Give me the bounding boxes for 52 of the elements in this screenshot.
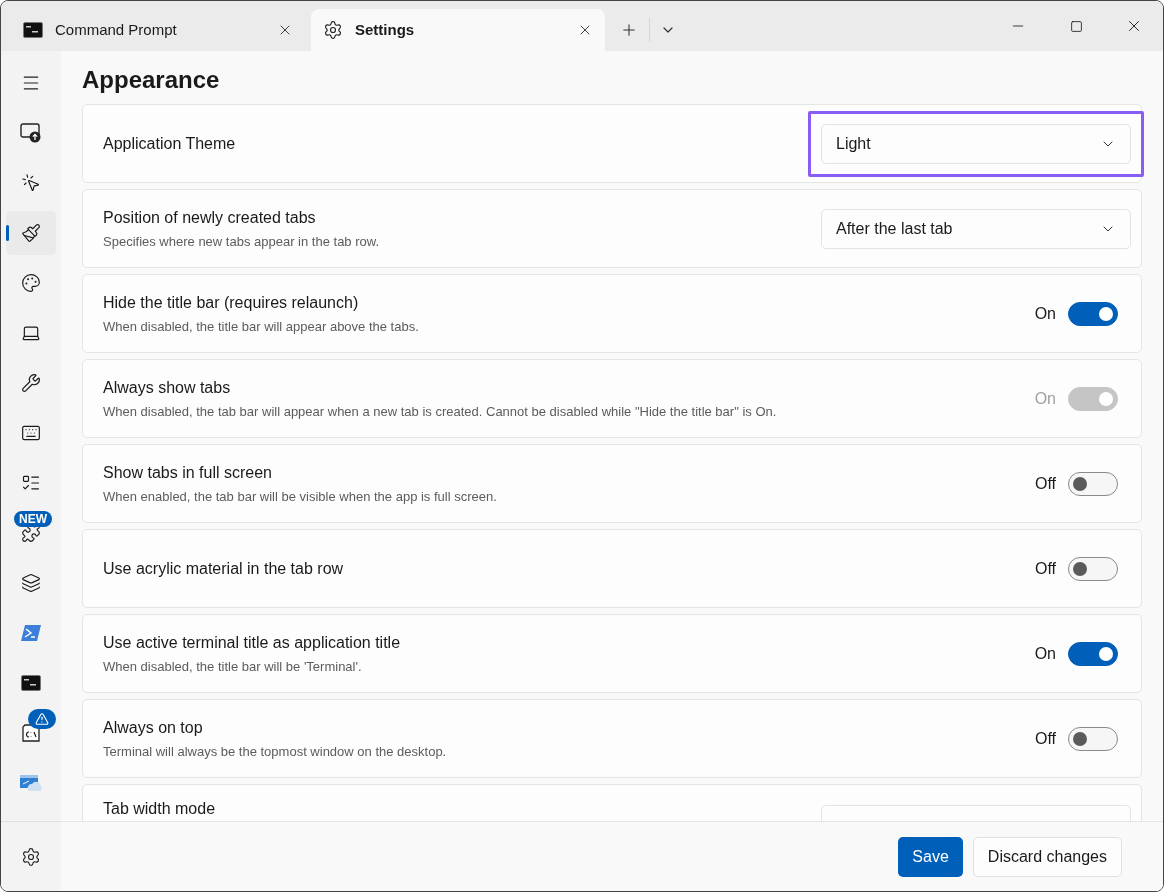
setting-label: Position of newly created tabs: [103, 207, 317, 228]
terminal-icon: [21, 675, 41, 691]
setting-description: When disabled, the title bar will appear above the tabs.: [103, 317, 420, 336]
dropdown[interactable]: After the last tab: [821, 208, 1131, 249]
cloud-window-icon: [20, 774, 42, 792]
monitor-upload-icon: [20, 123, 42, 143]
setting-description: When enabled, the tab bar will be visible when the app is full screen.: [103, 487, 498, 506]
nav-item[interactable]: [6, 211, 56, 255]
maximize-icon[interactable]: [1069, 19, 1083, 33]
powershell-icon: [21, 625, 41, 641]
setting-label: Use active terminal title as application title: [103, 632, 402, 653]
toggle-state-label: Off: [1034, 473, 1056, 494]
new-badge: NEW: [14, 511, 52, 527]
drive-prompt-icon: [21, 723, 41, 743]
settings-icon[interactable]: [21, 846, 41, 867]
setting-label: Hide the title bar (requires relaunch): [103, 292, 360, 313]
wrench-icon: [21, 373, 41, 393]
tab[interactable]: Settings: [311, 9, 605, 51]
setting-description: When disabled, the tab bar will appear when a new tab is created. Cannot be disabled while "Hide the title bar" is On.: [103, 402, 778, 421]
settings-icon: [323, 20, 343, 40]
setting-description: Specifies where new tabs appear in the tab row.: [103, 232, 381, 251]
toggle-state-label: Off: [1034, 728, 1056, 749]
setting-description: Terminal will always be the topmost window on the desktop.: [103, 742, 448, 761]
setting-description: When disabled, the title bar will be 'Terminal'.: [103, 657, 363, 676]
setting-label: Show tabs in full screen: [103, 462, 273, 483]
dropdown[interactable]: Light: [821, 123, 1131, 164]
setting-label: Always show tabs: [103, 377, 232, 398]
toggle-switch[interactable]: [1068, 471, 1118, 496]
toggle-switch[interactable]: [1068, 556, 1118, 581]
toggle-switch[interactable]: [1068, 726, 1118, 751]
nav-item[interactable]: NEW: [6, 511, 56, 555]
toggle-switch[interactable]: [1068, 641, 1118, 666]
new-tab-icon[interactable]: [620, 21, 638, 39]
palette-icon: [21, 273, 41, 293]
terminal-icon: [23, 22, 43, 38]
setting-label: Tab width mode: [103, 799, 217, 819]
keyboard-icon: [21, 423, 41, 443]
tab[interactable]: Command Prompt: [11, 9, 305, 51]
pointer-click-icon: [21, 173, 41, 193]
setting-label: Application Theme: [103, 133, 237, 154]
paintbrush-icon: [21, 223, 41, 243]
page-title: Appearance: [82, 66, 221, 94]
setting-label: Always on top: [103, 717, 204, 738]
toggle-state-label: On: [1034, 643, 1056, 664]
toggle-state-label: On: [1034, 388, 1056, 409]
save-button[interactable]: Save: [898, 836, 963, 877]
toggle-state-label: On: [1034, 303, 1056, 324]
toggle-state-label: Off: [1034, 558, 1056, 579]
discard-button[interactable]: Discard changes: [972, 836, 1122, 877]
toggle-switch[interactable]: [1068, 301, 1118, 326]
setting-label: Use acrylic material in the tab row: [103, 558, 345, 579]
layers-icon: [21, 573, 41, 593]
